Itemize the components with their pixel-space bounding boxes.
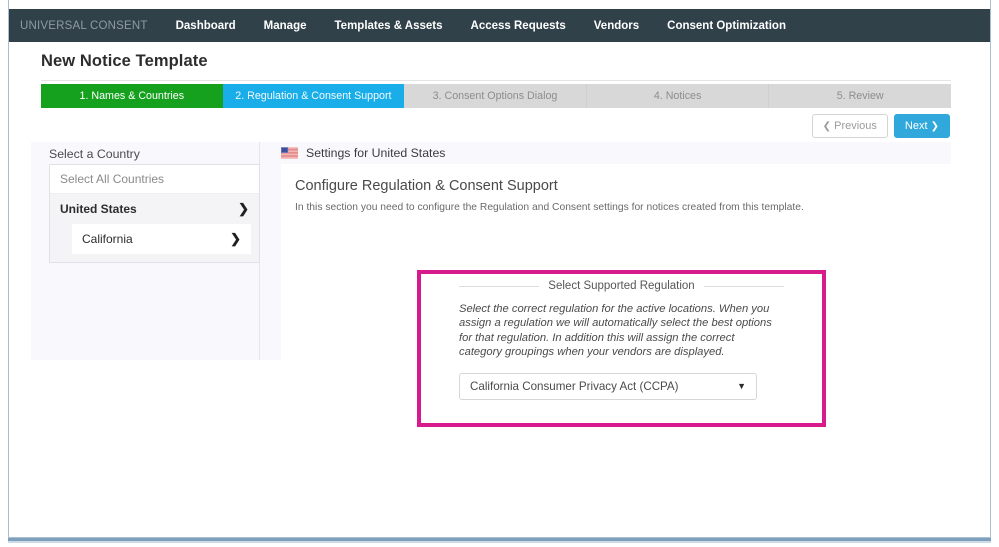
step-3-consent-options-dialog[interactable]: 3. Consent Options Dialog [404, 84, 586, 108]
us-flag-icon [281, 147, 298, 159]
settings-header: Settings for United States [281, 146, 445, 160]
nav-item-consent-optimization[interactable]: Consent Optimization [653, 20, 800, 32]
chevron-left-icon: ❮ [822, 121, 832, 132]
chevron-right-icon: ❯ [238, 201, 249, 216]
country-row-label: California [82, 232, 133, 246]
country-list: Select All Countries United States ❯ Cal… [49, 164, 260, 263]
nav-item-access-requests[interactable]: Access Requests [457, 20, 580, 32]
window-shadow-light [8, 541, 991, 543]
step-1-names-countries[interactable]: 1. Names & Countries [41, 84, 223, 108]
country-row-select-all[interactable]: Select All Countries [50, 165, 259, 194]
country-row-label: United States [60, 202, 137, 216]
top-navigation-bar: UNIVERSAL CONSENT Dashboard Manage Templ… [9, 9, 990, 42]
page-body: New Notice Template 1. Names & Countries… [9, 42, 990, 537]
step-5-review[interactable]: 5. Review [768, 84, 951, 108]
select-country-label: Select a Country [49, 147, 140, 161]
nav-item-templates-assets[interactable]: Templates & Assets [321, 20, 457, 32]
nav-item-vendors[interactable]: Vendors [580, 20, 653, 32]
brand-logo[interactable]: UNIVERSAL CONSENT [9, 20, 162, 32]
country-row-label: Select All Countries [60, 172, 165, 186]
next-button-label: Next [904, 120, 928, 132]
panel-heading: Configure Regulation & Consent Support [295, 178, 558, 194]
next-button[interactable]: Next ❯ [893, 114, 950, 138]
page-title: New Notice Template [41, 52, 208, 70]
nav-item-manage[interactable]: Manage [250, 20, 321, 32]
previous-button[interactable]: ❮ Previous [811, 114, 888, 138]
wizard-stepper: 1. Names & Countries 2. Regulation & Con… [41, 84, 951, 108]
step-2-regulation-consent-support[interactable]: 2. Regulation & Consent Support [222, 84, 405, 108]
panel-subtext: In this section you need to configure th… [295, 202, 804, 213]
nav-item-dashboard[interactable]: Dashboard [162, 20, 250, 32]
country-row-united-states[interactable]: United States ❯ [50, 194, 259, 224]
settings-header-label: Settings for United States [306, 146, 446, 160]
chevron-right-icon: ❯ [230, 231, 241, 246]
title-divider [41, 80, 951, 81]
step-4-notices[interactable]: 4. Notices [585, 84, 769, 108]
country-row-california[interactable]: California ❯ [72, 224, 251, 254]
previous-button-label: Previous [834, 120, 877, 132]
chevron-right-icon: ❯ [930, 121, 939, 132]
wizard-navigation-buttons: ❮ Previous Next ❯ [811, 114, 950, 138]
highlight-annotation-box [417, 270, 826, 427]
